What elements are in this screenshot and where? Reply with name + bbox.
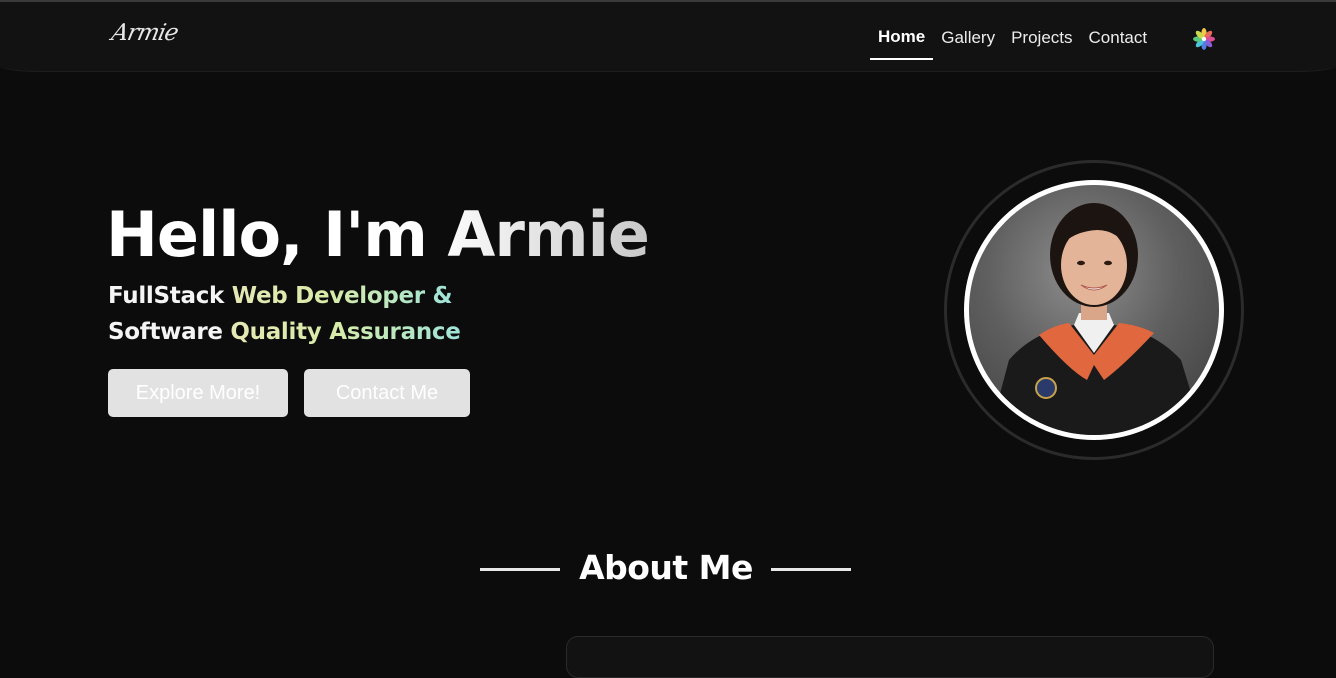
subtitle-role-prefix: Software bbox=[108, 319, 231, 345]
hero-title: Hello, I'm Armie bbox=[106, 198, 650, 271]
graduation-portrait-illustration bbox=[989, 203, 1204, 435]
divider-line bbox=[771, 568, 851, 571]
hero-subtitle-line1: FullStack Web Developer & bbox=[108, 283, 453, 309]
navbar: Armie Home Gallery Projects Contact bbox=[0, 2, 1336, 72]
main-nav: Home Gallery Projects Contact bbox=[870, 26, 1155, 60]
subtitle-role-highlight: Quality Assurance bbox=[230, 319, 461, 345]
nav-contact[interactable]: Contact bbox=[1081, 26, 1156, 58]
contact-me-button[interactable]: Contact Me bbox=[304, 369, 470, 417]
subtitle-role-highlight: Web Developer & bbox=[231, 283, 453, 309]
about-card bbox=[566, 636, 1214, 678]
profile-photo bbox=[964, 180, 1224, 440]
subtitle-role-prefix: FullStack bbox=[108, 283, 232, 309]
about-title: About Me bbox=[579, 548, 753, 587]
explore-more-button[interactable]: Explore More! bbox=[108, 369, 288, 417]
divider-line bbox=[480, 568, 560, 571]
nav-gallery[interactable]: Gallery bbox=[933, 26, 1003, 58]
logo[interactable]: Armie bbox=[109, 20, 180, 46]
flower-icon[interactable] bbox=[1192, 27, 1216, 51]
hero-subtitle-line2: Software Quality Assurance bbox=[108, 319, 461, 345]
nav-home[interactable]: Home bbox=[870, 26, 934, 60]
nav-projects[interactable]: Projects bbox=[1003, 26, 1080, 58]
about-section-heading: About Me bbox=[480, 548, 852, 592]
